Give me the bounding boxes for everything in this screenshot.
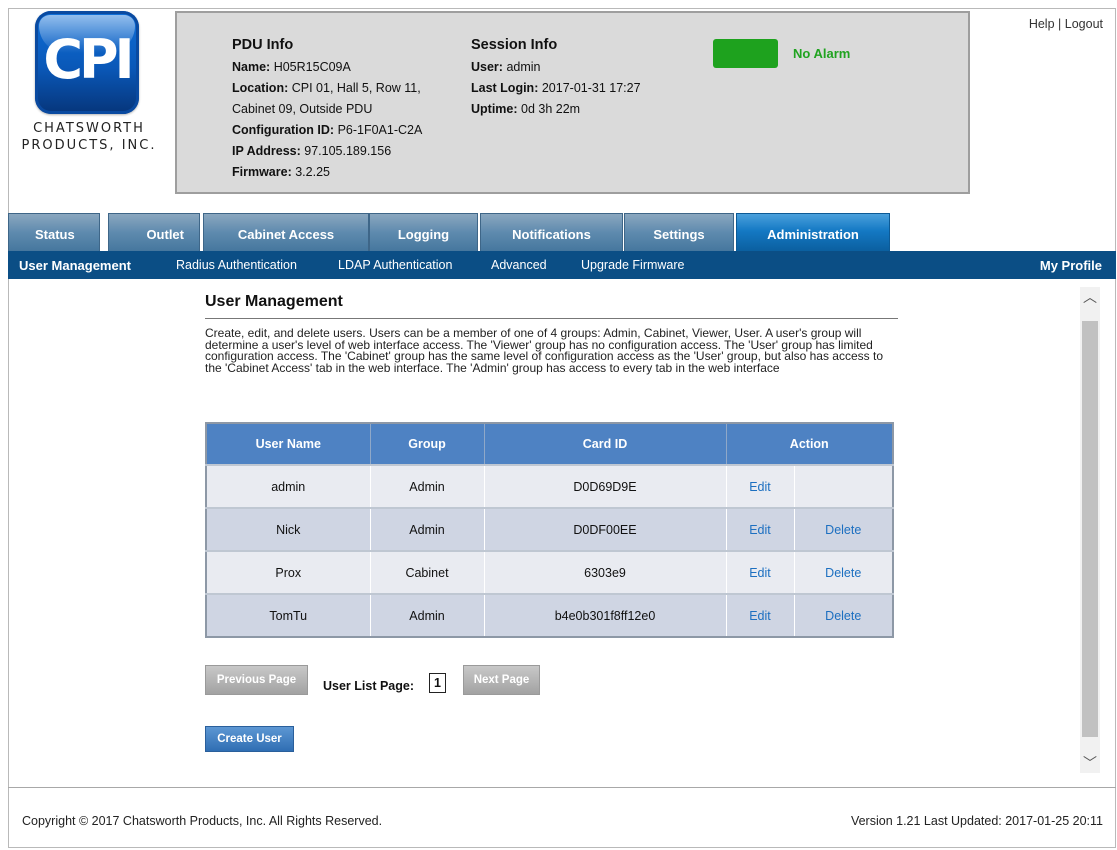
title-divider [205,318,898,319]
session-last-login: Last Login: 2017-01-31 17:27 [471,81,641,95]
help-link[interactable]: Help [1029,17,1055,31]
users-table: User Name Group Card ID Action admin Adm… [205,422,894,638]
action-cell: Delete [794,593,894,637]
edit-link[interactable]: Edit [749,609,771,623]
pdu-name: Name: H05R15C09A [232,60,351,74]
subnav-advanced[interactable]: Advanced [491,258,547,272]
session-info-title: Session Info [471,37,558,53]
pdu-location: Location: CPI 01, Hall 5, Row 11, Cabine… [232,81,421,116]
action-cell: Edit [726,464,795,508]
link-separator: | [1058,17,1062,31]
admin-subnav: User Management Radius Authentication LD… [8,251,1116,279]
header-user-name: User Name [206,423,371,465]
logo-company-name: CHATSWORTH PRODUCTS, INC. [21,121,157,153]
scroll-up-chevron-icon[interactable]: ︿ [1080,287,1100,307]
table-row: Nick Admin D0DF00EE Edit Delete [206,507,894,551]
main-tabs: Status Outlet Cabinet Access Logging Not… [8,213,1116,251]
session-user: User: admin [471,60,541,74]
tab-logging[interactable]: Logging [369,213,478,251]
pdu-configuration-id: Configuration ID: P6-1F0A1-C2A [232,123,423,137]
cell-group: Admin [370,507,485,551]
action-cell: Edit [726,550,795,594]
delete-link[interactable]: Delete [825,609,861,623]
footer-version: Version 1.21 Last Updated: 2017-01-25 20… [850,814,1103,828]
next-page-button[interactable]: Next Page [463,665,540,695]
alarm-status-text: No Alarm [793,46,851,61]
previous-page-button[interactable]: Previous Page [205,665,308,695]
pdu-ip-address: IP Address: 97.105.189.156 [232,144,392,158]
footer-copyright: Copyright © 2017 Chatsworth Products, In… [22,814,383,828]
logo-mark: CPI [35,11,139,114]
cell-user-name: Prox [206,550,371,594]
scroll-down-chevron-icon[interactable]: ﹀ [1080,753,1100,773]
tab-notifications[interactable]: Notifications [480,213,623,251]
vertical-scrollbar[interactable]: ︿ ﹀ [1080,287,1100,773]
cell-user-name: Nick [206,507,371,551]
edit-link[interactable]: Edit [749,523,771,537]
delete-link[interactable]: Delete [825,566,861,580]
table-row: admin Admin D0D69D9E Edit [206,464,894,508]
tab-outlet[interactable]: Outlet [108,213,200,251]
footer-divider [8,787,1116,788]
table-header-row: User Name Group Card ID Action [206,423,894,465]
cpi-logo: CPI CHATSWORTH PRODUCTS, INC. [16,11,162,161]
action-cell: Edit [726,507,795,551]
page-number-input[interactable]: 1 [429,673,446,693]
cell-card-id: D0D69D9E [484,464,727,508]
header-action: Action [726,423,894,465]
subnav-my-profile[interactable]: My Profile [1040,258,1102,273]
cell-card-id: 6303e9 [484,550,727,594]
tab-administration[interactable]: Administration [736,213,890,251]
edit-link[interactable]: Edit [749,566,771,580]
action-cell [794,464,894,508]
info-panel: PDU Info Name: H05R15C09A Location: CPI … [175,11,970,194]
table-row: TomTu Admin b4e0b301f8ff12e0 Edit Delete [206,593,894,637]
create-user-button[interactable]: Create User [205,726,294,752]
pdu-firmware: Firmware: 3.2.25 [232,165,330,179]
subnav-upgrade-firmware[interactable]: Upgrade Firmware [581,258,685,272]
alarm-status-light [713,39,778,68]
user-list-page-label: User List Page: [323,679,415,693]
tab-status[interactable]: Status [8,213,100,251]
edit-link[interactable]: Edit [749,480,771,494]
subnav-ldap-authentication[interactable]: LDAP Authentication [338,258,452,272]
action-cell: Delete [794,550,894,594]
header-group: Group [370,423,485,465]
cell-group: Cabinet [370,550,485,594]
cell-user-name: admin [206,464,371,508]
cell-group: Admin [370,464,485,508]
subnav-user-management[interactable]: User Management [19,258,131,273]
page-description: Create, edit, and delete users. Users ca… [205,326,883,375]
cell-user-name: TomTu [206,593,371,637]
help-logout-links: Help | Logout [1029,17,1103,31]
action-cell: Delete [794,507,894,551]
page-title: User Management [205,293,343,310]
tab-cabinet-access[interactable]: Cabinet Access [203,213,369,251]
pdu-info-title: PDU Info [232,37,294,53]
header-card-id: Card ID [484,423,727,465]
action-cell: Edit [726,593,795,637]
table-row: Prox Cabinet 6303e9 Edit Delete [206,550,894,594]
tab-settings[interactable]: Settings [624,213,734,251]
cell-group: Admin [370,593,485,637]
scrollbar-thumb[interactable] [1082,321,1098,737]
cell-card-id: D0DF00EE [484,507,727,551]
session-uptime: Uptime: 0d 3h 22m [471,102,581,116]
pdu-info: PDU Info Name: H05R15C09A Location: CPI … [232,35,462,183]
logout-link[interactable]: Logout [1065,17,1103,31]
session-info: Session Info User: admin Last Login: 201… [471,35,671,120]
subnav-radius-authentication[interactable]: Radius Authentication [176,258,297,272]
cell-card-id: b4e0b301f8ff12e0 [484,593,727,637]
delete-link[interactable]: Delete [825,523,861,537]
